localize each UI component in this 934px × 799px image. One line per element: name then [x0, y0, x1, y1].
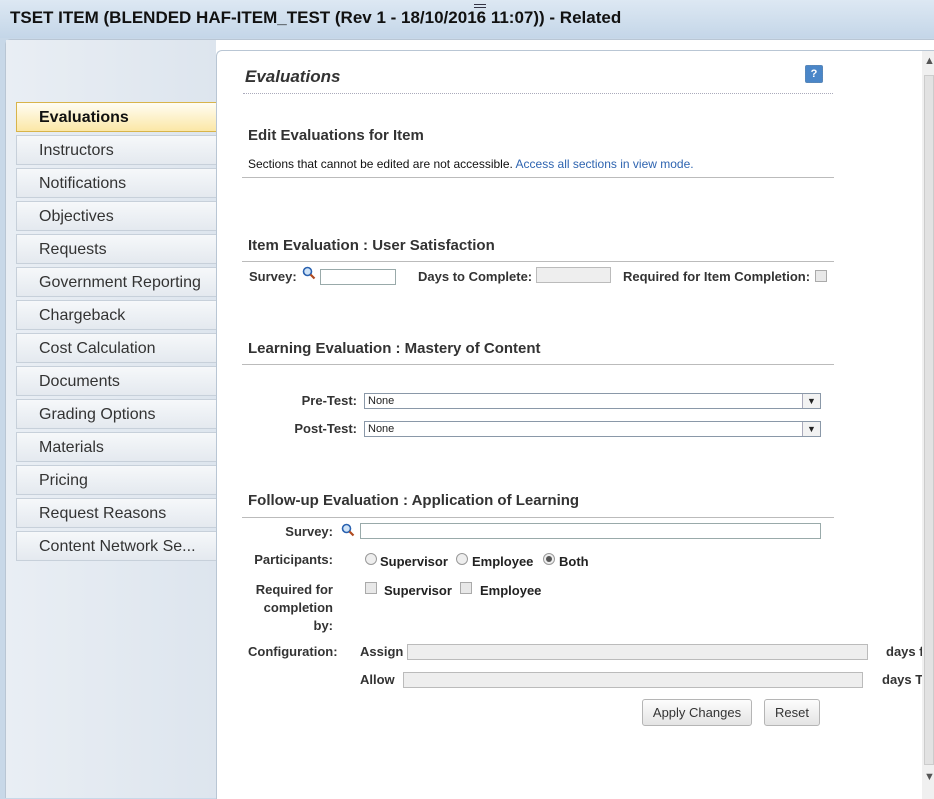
- left-navigation-pane: Evaluations Instructors Notifications Ob…: [6, 40, 235, 798]
- search-icon[interactable]: [302, 266, 316, 280]
- required-employee-label: Employee: [480, 583, 542, 598]
- edit-note-text: Sections that cannot be edited are not a…: [248, 157, 513, 171]
- nav-item-pricing[interactable]: Pricing: [16, 465, 216, 495]
- days-to-complete-label: Days to Complete:: [418, 269, 533, 284]
- days-to-complete-input[interactable]: [536, 267, 611, 283]
- section-divider: [242, 261, 834, 262]
- nav-item-government-reporting[interactable]: Government Reporting: [16, 267, 216, 297]
- section-divider: [242, 177, 834, 178]
- participant-both-radio[interactable]: [543, 553, 555, 565]
- scrollbar-thumb[interactable]: [924, 75, 934, 765]
- title-divider: [243, 93, 833, 94]
- configuration-label: Configuration:: [248, 644, 338, 659]
- assign-days-input[interactable]: [407, 644, 868, 660]
- nav-item-chargeback[interactable]: Chargeback: [16, 300, 216, 330]
- nav-item-materials[interactable]: Materials: [16, 432, 216, 462]
- posttest-value: None: [368, 423, 395, 435]
- required-item-completion-label: Required for Item Completion:: [623, 269, 811, 284]
- section-divider: [242, 364, 834, 365]
- allow-days-input[interactable]: [403, 672, 863, 688]
- apply-changes-button[interactable]: Apply Changes: [642, 699, 752, 726]
- participants-label: Participants:: [254, 552, 333, 567]
- required-by-line-1: Required for: [255, 582, 333, 597]
- nav-item-evaluations[interactable]: Evaluations: [16, 102, 235, 132]
- followup-survey-input[interactable]: [360, 523, 821, 539]
- participant-both-label: Both: [559, 554, 589, 569]
- dialog-window: Evaluations Instructors Notifications Ob…: [5, 39, 934, 799]
- pretest-value: None: [368, 395, 395, 407]
- section-divider: [242, 517, 834, 518]
- nav-item-objectives[interactable]: Objectives: [16, 201, 216, 231]
- scroll-up-icon[interactable]: ▲: [924, 55, 934, 67]
- participant-employee-label: Employee: [472, 554, 534, 569]
- edit-note: Sections that cannot be edited are not a…: [248, 157, 694, 171]
- view-mode-link[interactable]: Access all sections in view mode.: [516, 157, 694, 171]
- pretest-label: Pre-Test:: [301, 393, 357, 408]
- item-eval-title: Item Evaluation : User Satisfaction: [248, 237, 495, 254]
- participant-supervisor-label: Supervisor: [380, 554, 448, 569]
- posttest-label: Post-Test:: [294, 421, 357, 436]
- allow-label: Allow: [360, 672, 395, 687]
- chevron-down-icon[interactable]: ▼: [802, 422, 820, 436]
- nav-item-requests[interactable]: Requests: [16, 234, 216, 264]
- vertical-scrollbar[interactable]: ▲ ▼: [922, 51, 934, 799]
- nav-item-notifications[interactable]: Notifications: [16, 168, 216, 198]
- required-by-line-2: completion: [263, 600, 333, 615]
- participant-employee-radio[interactable]: [456, 553, 468, 565]
- followup-eval-title: Follow-up Evaluation : Application of Le…: [248, 492, 580, 509]
- required-supervisor-label: Supervisor: [384, 583, 452, 598]
- nav-item-content-network[interactable]: Content Network Se...: [16, 531, 216, 561]
- learning-eval-title: Learning Evaluation : Mastery of Content: [248, 340, 541, 357]
- required-item-completion-checkbox[interactable]: [815, 270, 827, 282]
- help-icon[interactable]: ?: [805, 65, 823, 83]
- posttest-select[interactable]: None ▼: [364, 421, 821, 437]
- page-title: Evaluations: [245, 67, 341, 86]
- required-supervisor-checkbox[interactable]: [365, 582, 377, 594]
- participant-supervisor-radio[interactable]: [365, 553, 377, 565]
- nav-item-grading-options[interactable]: Grading Options: [16, 399, 216, 429]
- item-survey-input[interactable]: [320, 269, 396, 285]
- nav-item-cost-calculation[interactable]: Cost Calculation: [16, 333, 216, 363]
- reset-button[interactable]: Reset: [764, 699, 820, 726]
- search-icon[interactable]: [341, 523, 355, 537]
- followup-survey-label: Survey:: [285, 524, 333, 539]
- drag-handle-icon[interactable]: [474, 4, 486, 11]
- required-employee-checkbox[interactable]: [460, 582, 472, 594]
- chevron-down-icon[interactable]: ▼: [802, 394, 820, 408]
- required-by-label: Required for completion by:: [237, 581, 333, 635]
- content-panel: Evaluations ? Edit Evaluations for Item …: [216, 50, 934, 799]
- item-survey-label: Survey:: [249, 269, 297, 284]
- required-by-line-3: by:: [313, 618, 334, 633]
- nav-item-instructors[interactable]: Instructors: [16, 135, 216, 165]
- nav-item-request-reasons[interactable]: Request Reasons: [16, 498, 216, 528]
- window-title: TSET ITEM (BLENDED HAF-ITEM_TEST (Rev 1 …: [10, 8, 622, 27]
- section-nav: Evaluations Instructors Notifications Ob…: [16, 102, 235, 564]
- window-titlebar: TSET ITEM (BLENDED HAF-ITEM_TEST (Rev 1 …: [0, 0, 934, 38]
- assign-label: Assign: [360, 644, 404, 659]
- pretest-select[interactable]: None ▼: [364, 393, 821, 409]
- scroll-down-icon[interactable]: ▼: [924, 771, 934, 783]
- nav-item-documents[interactable]: Documents: [16, 366, 216, 396]
- edit-section-title: Edit Evaluations for Item: [248, 127, 424, 144]
